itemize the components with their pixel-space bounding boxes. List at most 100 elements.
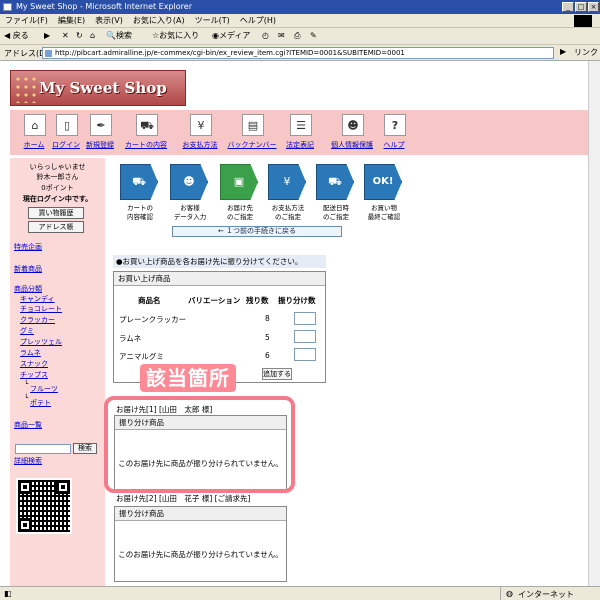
sidebar-category-chips[interactable]: チップス xyxy=(20,370,48,380)
step-cart-label: カートの 内容確認 xyxy=(127,204,153,221)
sidebar-category-pretzel[interactable]: プレッツェル xyxy=(20,337,62,347)
menu-file[interactable]: ファイル(F) xyxy=(0,14,53,28)
purchase-panel-title: お買い上げ商品 xyxy=(114,272,325,286)
nav-backnumber[interactable]: ▤ バックナンバー xyxy=(228,114,277,154)
item-name: アニマルグミ xyxy=(119,352,164,361)
shop-logo[interactable]: My Sweet Shop xyxy=(10,70,186,106)
sidebar-subcategory-fruits[interactable]: フルーツ xyxy=(30,384,58,394)
nav-help[interactable]: ? ヘルプ xyxy=(370,114,418,154)
step-customer-data-label: お客様 データ入力 xyxy=(173,204,207,221)
door-icon: ▯ xyxy=(56,114,78,136)
menu-tools[interactable]: ツール(T) xyxy=(190,14,235,28)
truck-icon: ⛟ xyxy=(316,164,354,200)
forward-button[interactable]: ▶ xyxy=(44,30,50,42)
sidebar-link-product-list[interactable]: 商品一覧 xyxy=(14,420,42,430)
yen-icon: ¥ xyxy=(190,114,212,136)
sidebar-category-snack[interactable]: スナック xyxy=(20,359,48,369)
step-cart: ⛟ カートの 内容確認 xyxy=(114,164,166,226)
sidebar-search-button[interactable]: 検索 xyxy=(73,443,97,454)
menu-bar: ファイル(F) 編集(E) 表示(V) お気に入り(A) ツール(T) ヘルプ(H) xyxy=(0,14,600,28)
zone-label: インターネット xyxy=(518,590,574,599)
back-label: 戻る xyxy=(12,31,29,40)
minimize-button[interactable]: _ xyxy=(562,2,574,12)
sidebar-category-title[interactable]: 商品分類 xyxy=(14,284,42,294)
user-name: 鈴木一郎さん xyxy=(36,173,79,181)
address-book-button[interactable]: アドレス帳 xyxy=(28,221,84,233)
search-button[interactable]: 🔍検索 xyxy=(106,30,132,42)
sidebar-subcategory-potato[interactable]: ポテト xyxy=(30,398,51,408)
sidebar-link-new[interactable]: 新着商品 xyxy=(14,264,42,274)
page-icon xyxy=(45,50,52,57)
person-icon: ☻ xyxy=(170,164,208,200)
item-name: ラムネ xyxy=(119,334,142,343)
home-icon[interactable]: ⌂ xyxy=(90,30,95,42)
qr-finder xyxy=(18,518,32,532)
links-button[interactable]: リンク xyxy=(574,47,598,58)
go-button[interactable]: ▶移動 xyxy=(560,47,566,56)
item-remaining: 5 xyxy=(265,333,270,342)
qr-finder xyxy=(18,480,32,494)
print-icon[interactable]: ⎙ xyxy=(294,30,300,42)
allocate-quantity-input[interactable] xyxy=(294,312,316,325)
allocate-quantity-input[interactable] xyxy=(294,348,316,361)
menu-help[interactable]: ヘルプ(H) xyxy=(235,14,281,28)
back-button[interactable]: ◀ 戻る xyxy=(4,30,29,42)
step-delivery-label: 配送日時 のご指定 xyxy=(323,204,349,221)
sidebar-search-input[interactable] xyxy=(15,444,71,454)
add-button[interactable]: 追加する xyxy=(262,368,292,380)
qr-code xyxy=(16,478,72,534)
highlight-box xyxy=(104,396,295,493)
annotation-label: 該当箇所 xyxy=(140,364,236,392)
instruction-text: ●お買い上げ商品を各お届け先に振り分けてください。 xyxy=(113,255,326,268)
qr-finder xyxy=(56,480,70,494)
step-payment-label: お支払方法 のご指定 xyxy=(271,204,305,221)
tree-branch: └ xyxy=(24,394,29,402)
menu-view[interactable]: 表示(V) xyxy=(90,14,128,28)
history-icon[interactable]: ◴ xyxy=(262,30,269,42)
item-remaining: 8 xyxy=(265,314,270,323)
card-icon: ¥ xyxy=(268,164,306,200)
magazine-icon: ▤ xyxy=(242,114,264,136)
maximize-button[interactable]: □ xyxy=(575,2,587,12)
col-header-variation: バリエーション xyxy=(188,296,241,305)
window-title: My Sweet Shop - Microsoft Internet Explo… xyxy=(16,2,192,11)
sidebar-category-cracker[interactable]: クラッカー xyxy=(20,315,55,325)
close-button[interactable]: × xyxy=(588,2,599,12)
media-label: メディア xyxy=(218,31,251,40)
back-step-button[interactable]: ← １つ前の手続きに戻る xyxy=(172,226,342,237)
nav-legal[interactable]: ☰ 法定表記 xyxy=(276,114,324,154)
favorites-button[interactable]: ☆お気に入り xyxy=(152,30,199,42)
sidebar-category-gummy[interactable]: グミ xyxy=(20,326,34,336)
status-bar: ◧ ◍ インターネット xyxy=(0,586,600,600)
pen-icon: ✒ xyxy=(90,114,112,136)
sidebar-link-special[interactable]: 特売企画 xyxy=(14,242,42,252)
stop-icon[interactable]: ✕ xyxy=(62,30,69,42)
candy-decoration-icon xyxy=(14,75,36,103)
sidebar-category-candy[interactable]: キャンディ xyxy=(20,294,55,304)
nav-cart[interactable]: ⛟ カートの内容 xyxy=(122,114,170,154)
sidebar-category-chocolate[interactable]: チョコレート xyxy=(20,304,62,314)
nav-payment[interactable]: ¥ お支払方法 xyxy=(176,114,224,154)
mail-icon[interactable]: ✉ xyxy=(278,30,285,42)
login-status: 現在ログイン中です。 xyxy=(22,195,93,203)
address-input[interactable]: http://pibcart.admiralline.jp/e-commex/c… xyxy=(42,47,554,59)
vertical-scrollbar[interactable] xyxy=(588,61,600,586)
user-points: 0ポイント xyxy=(41,184,74,192)
col-header-name: 商品名 xyxy=(138,296,161,305)
address-url: http://pibcart.admiralline.jp/e-commex/c… xyxy=(55,49,405,57)
allocate-quantity-input[interactable] xyxy=(294,330,316,343)
menu-edit[interactable]: 編集(E) xyxy=(53,14,90,28)
col-header-allocate: 振り分け数 xyxy=(278,296,316,305)
sidebar-link-advanced-search[interactable]: 詳細検索 xyxy=(14,456,42,466)
document-icon: ☰ xyxy=(290,114,312,136)
menu-favorites[interactable]: お気に入り(A) xyxy=(128,14,190,28)
edit-icon[interactable]: ✎ xyxy=(310,30,317,42)
person-icon: ☻ xyxy=(342,114,364,136)
sidebar-category-ramune[interactable]: ラムネ xyxy=(20,348,41,358)
step-delivery: ⛟ 配送日時 のご指定 xyxy=(310,164,362,226)
destination-2-panel: 振り分け商品 このお届け先に商品が振り分けられていません。 xyxy=(114,506,287,582)
refresh-icon[interactable]: ↻ xyxy=(76,30,83,42)
purchase-history-button[interactable]: 買い物履歴 xyxy=(28,207,84,219)
media-button[interactable]: ◉メディア xyxy=(212,30,250,42)
destination-2-panel-title: 振り分け商品 xyxy=(115,507,286,521)
